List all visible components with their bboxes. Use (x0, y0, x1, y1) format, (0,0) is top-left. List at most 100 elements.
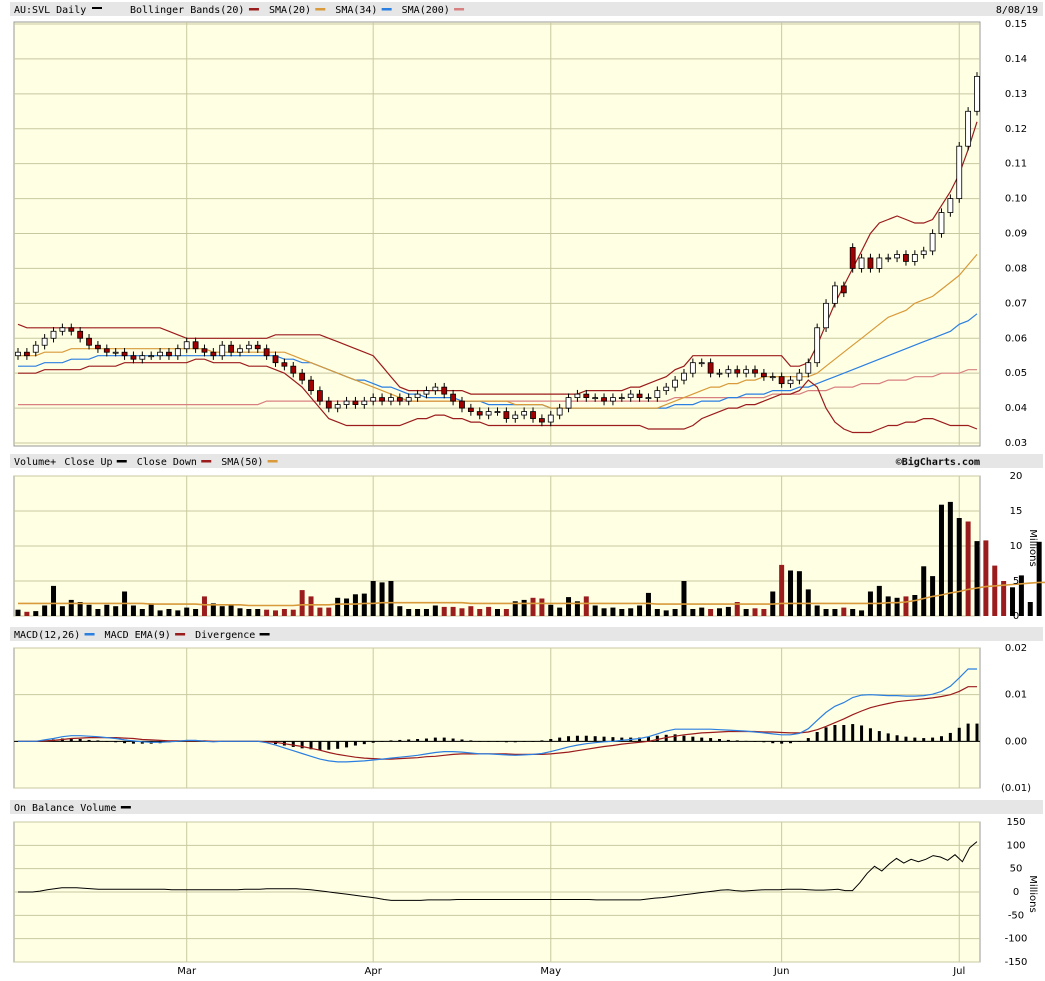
candle-down (325, 400, 332, 409)
price-y-tick-label: 0.03 (1005, 438, 1027, 449)
candle-up (947, 198, 954, 213)
volume-y-tick-label: 20 (1010, 471, 1023, 482)
volume-bar (894, 597, 900, 616)
candle-down (778, 376, 785, 385)
divergence-bar (87, 739, 91, 742)
divergence-bar (496, 741, 499, 742)
divergence-bar (780, 741, 784, 744)
candle-down (317, 390, 323, 402)
price-y-tick-label: 0.07 (1005, 298, 1027, 309)
volume-bar (681, 581, 687, 616)
volume-bar (832, 609, 838, 616)
candle-down (210, 351, 217, 357)
candle-up (858, 257, 865, 269)
candle-down (476, 411, 483, 416)
candle-up (769, 376, 776, 379)
divergence-bar (735, 740, 739, 742)
divergence-bar (371, 741, 375, 743)
divergence-bar (744, 740, 748, 742)
candle-down (583, 393, 590, 399)
candle-up (41, 337, 48, 346)
candle-down (441, 386, 448, 395)
divergence-bar (123, 741, 127, 744)
candle-up (965, 110, 972, 147)
x-tick-label: Mar (177, 966, 197, 977)
price-y-tick-label: 0.04 (1005, 403, 1027, 414)
divergence-bar (362, 741, 366, 745)
volume-bar (104, 604, 110, 616)
volume-bar (841, 607, 847, 616)
volume-bar (406, 609, 412, 616)
candle-up (823, 302, 829, 329)
volume-bar (86, 604, 92, 616)
volume-bar (281, 609, 287, 616)
candle-down (201, 348, 208, 353)
legend-swatch (175, 633, 186, 636)
volume-bar (956, 518, 962, 616)
price-y-tick-label: 0.15 (1005, 19, 1027, 30)
candle-up (938, 212, 945, 234)
volume-bar (859, 610, 865, 616)
divergence-bar (398, 739, 402, 742)
candle-down (352, 400, 359, 405)
candle-up (698, 362, 705, 365)
volume-bar (255, 609, 261, 616)
divergence-bar (682, 735, 686, 742)
candle-down (130, 355, 137, 360)
divergence-bar (114, 741, 118, 743)
divergence-bar (549, 739, 553, 742)
divergence-bar (860, 725, 864, 742)
volume-bar (699, 607, 705, 616)
candle-up (148, 355, 155, 358)
volume-bar (725, 606, 731, 616)
volume-bar (619, 609, 625, 616)
candle-down (290, 365, 297, 374)
volume-bar (628, 608, 634, 616)
volume-bar (992, 565, 998, 616)
divergence-bar (540, 740, 544, 742)
candle-up (245, 344, 252, 350)
candle-down (867, 257, 874, 269)
candle-down (77, 330, 84, 339)
volume-bar (308, 596, 314, 616)
divergence-bar (513, 741, 517, 743)
volume-bar (779, 564, 785, 616)
divergence-bar (407, 739, 411, 742)
volume-bar (148, 603, 154, 616)
legend-label: Divergence (195, 630, 255, 641)
candle-up (361, 400, 368, 405)
macd-y-tick-label: 0.01 (1005, 690, 1027, 701)
candle-up (112, 351, 119, 354)
x-tick-label: Jul (952, 966, 965, 977)
divergence-bar (105, 741, 109, 742)
divergence-bar (931, 737, 935, 742)
divergence-bar (575, 735, 579, 742)
divergence-bar (789, 741, 793, 744)
volume-bar (938, 504, 944, 616)
candle-up (556, 407, 563, 416)
divergence-bar (673, 734, 677, 742)
candle-up (423, 390, 430, 395)
obv-header: On Balance Volume (14, 803, 131, 814)
candle-down (396, 397, 403, 402)
candle-down (636, 393, 643, 399)
candle-up (405, 397, 412, 402)
volume-bar (743, 609, 749, 616)
volume-bar (974, 541, 980, 616)
obv-y-tick-label: -100 (1005, 934, 1028, 945)
candle-up (15, 351, 21, 357)
obv-y-tick-label: -150 (1005, 957, 1028, 968)
volume-bar (921, 566, 927, 616)
divergence-bar (451, 738, 455, 742)
divergence-bar (327, 741, 331, 750)
volume-bar (503, 609, 509, 616)
candle-up (929, 233, 936, 252)
divergence-bar (433, 737, 437, 742)
price-y-tick-label: 0.08 (1005, 263, 1027, 274)
volume-bar (548, 604, 554, 616)
volume-bar (788, 570, 794, 616)
volume-bar (246, 609, 252, 616)
candle-up (672, 379, 678, 388)
volume-bar (326, 607, 332, 616)
divergence-bar (851, 724, 855, 742)
